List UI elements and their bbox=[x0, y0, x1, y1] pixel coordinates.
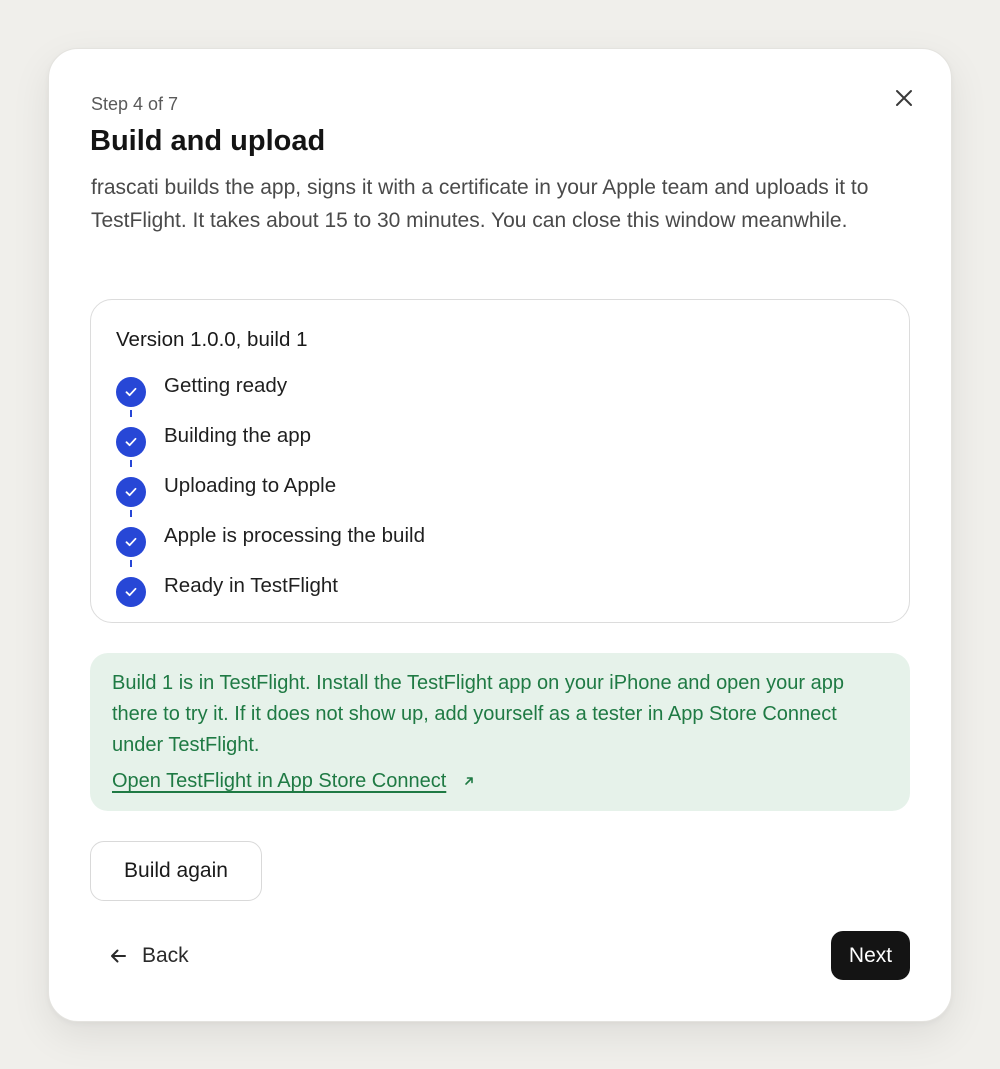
check-circle-icon bbox=[116, 527, 146, 557]
step-connector bbox=[130, 460, 132, 467]
back-button[interactable]: Back bbox=[108, 940, 208, 972]
check-circle-icon bbox=[116, 477, 146, 507]
build-step-getting-ready: Getting ready bbox=[116, 374, 716, 407]
dialog-description: frascati builds the app, signs it with a… bbox=[91, 176, 869, 232]
build-step-label: Uploading to Apple bbox=[164, 474, 337, 497]
check-circle-icon bbox=[116, 377, 146, 407]
check-circle-icon bbox=[116, 577, 146, 607]
step-connector bbox=[130, 410, 132, 417]
build-step-label: Getting ready bbox=[164, 374, 288, 397]
build-step-label: Apple is processing the build bbox=[164, 524, 425, 547]
external-link-icon bbox=[465, 777, 473, 785]
step-indicator: Step 4 of 7 bbox=[91, 94, 179, 114]
build-step-label: Building the app bbox=[164, 424, 312, 447]
next-button[interactable]: Next bbox=[831, 931, 910, 980]
back-label: Back bbox=[142, 944, 189, 967]
build-step-ready: Ready in TestFlight bbox=[116, 574, 716, 607]
build-step-label: Ready in TestFlight bbox=[164, 574, 338, 597]
build-step-building: Building the app bbox=[116, 424, 716, 457]
version-label: Version 1.0.0, build 1 bbox=[116, 328, 308, 351]
build-step-processing: Apple is processing the build bbox=[116, 524, 716, 557]
build-step-uploading: Uploading to Apple bbox=[116, 474, 716, 507]
step-connector bbox=[130, 560, 132, 567]
step-connector bbox=[130, 510, 132, 517]
check-circle-icon bbox=[116, 427, 146, 457]
close-icon bbox=[896, 90, 912, 106]
app-store-connect-link[interactable]: Open TestFlight in App Store Connect bbox=[112, 767, 446, 795]
close-button[interactable] bbox=[892, 86, 916, 110]
arrow-left-icon bbox=[108, 945, 130, 967]
success-message: Build 1 is in TestFlight. Install the Te… bbox=[112, 672, 844, 756]
page-title: Build and upload bbox=[90, 125, 326, 157]
build-again-button[interactable]: Build again bbox=[90, 841, 262, 901]
